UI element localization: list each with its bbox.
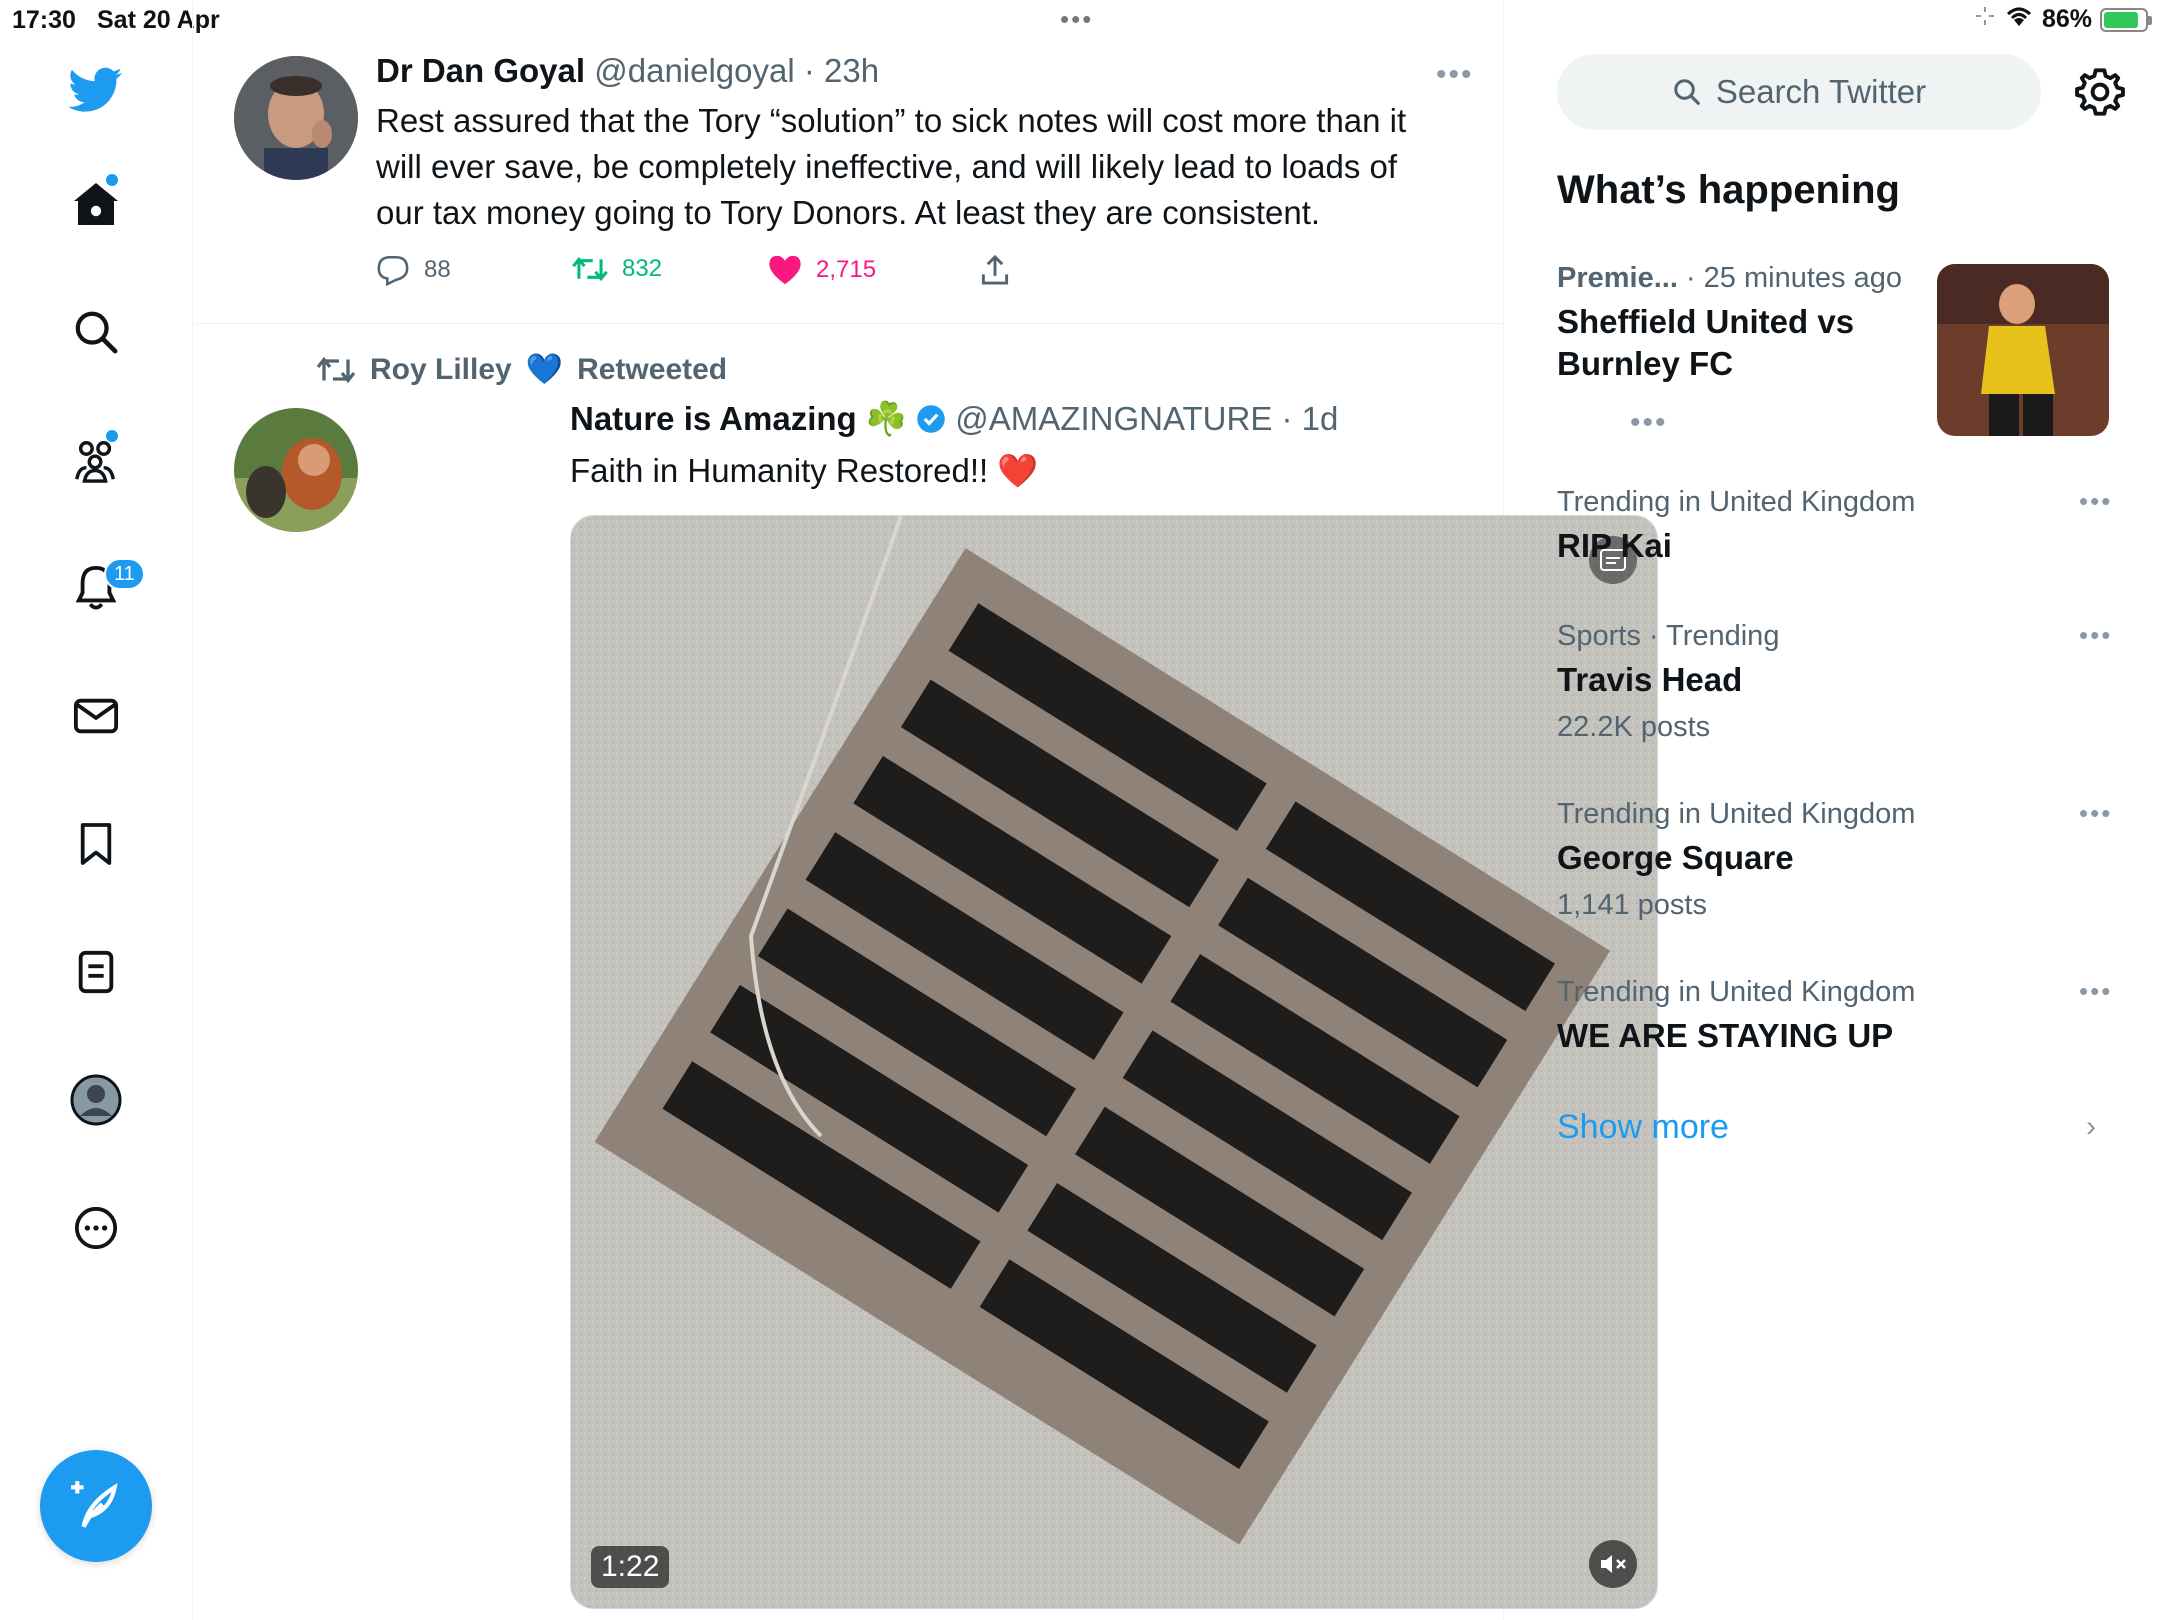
bookmark-icon[interactable]: [66, 814, 126, 874]
trend-name: Travis Head: [1557, 661, 1743, 698]
trend-category: Trending in United Kingdom: [1557, 976, 1916, 1008]
trend-name: RIP Kai: [1557, 527, 1672, 564]
tweet-text-line: Faith in Humanity Restored!! ❤️: [570, 448, 1630, 494]
shamrock-emoji: ☘️: [865, 400, 907, 437]
tweet[interactable]: Dr Dan Goyal @danielgoyal · 23h ••• Rest…: [194, 40, 1504, 324]
mail-icon[interactable]: [66, 686, 126, 746]
featured-category: Premie...: [1557, 262, 1678, 294]
share-button[interactable]: [980, 254, 1010, 286]
whats-happening-title: What’s happening: [1557, 168, 1900, 212]
tweet-video[interactable]: 1:22: [570, 515, 1658, 1609]
trend-category: Trending in United Kingdom: [1557, 486, 1916, 518]
search-icon: [1674, 79, 1700, 105]
featured-trend[interactable]: Premie... · 25 minutes ago Sheffield Uni…: [1557, 262, 1937, 385]
communities-unread-dot: [106, 430, 118, 442]
trend-more-button[interactable]: •••: [2079, 976, 2112, 1007]
show-more-link[interactable]: Show more: [1557, 1108, 1729, 1147]
trend-category: Sports · Trending: [1557, 620, 1780, 652]
blue-heart-emoji: 💙: [525, 353, 564, 386]
trend-category: Trending in United Kingdom: [1557, 798, 1916, 830]
search-input[interactable]: Search Twitter: [1557, 54, 2041, 130]
like-button[interactable]: 2,715: [768, 254, 876, 286]
chevron-right-icon: ›: [2086, 1110, 2096, 1143]
search-placeholder: Search Twitter: [1715, 73, 1927, 110]
featured-trend-image[interactable]: [1937, 264, 2109, 436]
featured-trend-name: Sheffield United vs Burnley FC: [1557, 303, 1855, 382]
tweet-time[interactable]: 1d: [1302, 400, 1339, 437]
tweet-text: Rest assured that the Tory “solution” to…: [376, 102, 1407, 231]
tweet-header: Nature is Amazing ☘️ @AMAZINGNATURE · 1d: [570, 400, 1338, 439]
verified-badge-icon: [916, 400, 946, 437]
lists-icon[interactable]: [66, 942, 126, 1002]
like-count: 2,715: [816, 256, 877, 283]
retweeted-by-line[interactable]: Roy Lilley 💙 Retweeted: [316, 352, 727, 387]
trend-name: George Square: [1557, 839, 1794, 876]
red-heart-emoji: ❤️: [997, 452, 1039, 489]
left-navigation: 11: [0, 0, 193, 1620]
tweet-more-button[interactable]: •••: [1436, 58, 1474, 92]
reply-button[interactable]: 88: [376, 254, 451, 286]
tweet-time[interactable]: 23h: [824, 52, 879, 89]
right-sidebar: Search Twitter What’s happening Premie..…: [1504, 0, 2160, 1620]
trend-category: Premie... · 25 minutes ago: [1557, 262, 1937, 295]
author-name[interactable]: Dr Dan Goyal: [376, 52, 585, 89]
trend-more-button[interactable]: •••: [2079, 620, 2112, 651]
retweeter-name: Roy Lilley: [370, 352, 512, 386]
reply-count: 88: [424, 256, 451, 283]
settings-gear-icon[interactable]: [2074, 66, 2126, 118]
retweet-count: 832: [622, 255, 663, 282]
search-icon[interactable]: [66, 302, 126, 362]
separator: ·: [794, 52, 825, 89]
more-circle-icon[interactable]: [66, 1198, 126, 1258]
profile-avatar-icon[interactable]: [66, 1070, 126, 1130]
author-handle[interactable]: @danielgoyal: [594, 52, 794, 89]
trend-item[interactable]: Trending in United Kingdom WE ARE STAYIN…: [1557, 976, 2117, 1057]
retweet-button[interactable]: 832: [572, 254, 662, 284]
author-handle[interactable]: @AMAZINGNATURE: [955, 400, 1272, 437]
trend-item[interactable]: Trending in United Kingdom George Square…: [1557, 798, 2117, 922]
compose-tweet-button[interactable]: [40, 1450, 152, 1562]
retweet-icon: [316, 356, 356, 383]
home-unread-dot: [106, 174, 118, 186]
trend-name: WE ARE STAYING UP: [1557, 1017, 1894, 1054]
tweet-header: Dr Dan Goyal @danielgoyal · 23h: [376, 52, 879, 90]
author-name[interactable]: Nature is Amazing: [570, 400, 857, 437]
twitter-logo-icon[interactable]: [66, 60, 126, 120]
avatar-dan-goyal[interactable]: [234, 56, 358, 180]
retweeted-label: Retweeted: [577, 352, 728, 386]
heart-icon: [769, 255, 801, 285]
timeline: Dr Dan Goyal @danielgoyal · 23h ••• Rest…: [194, 0, 1666, 1620]
trend-item[interactable]: Sports · Trending Travis Head 22.2K post…: [1557, 620, 2117, 744]
feather-plus-icon: [71, 1481, 118, 1528]
trend-item[interactable]: Trending in United Kingdom RIP Kai: [1557, 486, 2117, 567]
video-duration: 1:22: [591, 1546, 670, 1588]
trend-post-count: 22.2K posts: [1557, 711, 1711, 743]
retweet-icon: [572, 256, 608, 282]
tweet-text: Faith in Humanity Restored!!: [570, 452, 989, 489]
trend-more-button[interactable]: •••: [2079, 486, 2112, 517]
trend-more-button[interactable]: •••: [2079, 798, 2112, 829]
avatar-nature-is-amazing[interactable]: [234, 408, 358, 532]
featured-time: · 25 minutes ago: [1677, 262, 1902, 294]
notification-badge: 11: [104, 558, 145, 590]
reply-icon: [377, 255, 409, 286]
separator: ·: [1272, 400, 1302, 437]
tweet-actions: 88 832 2,715: [376, 254, 1276, 294]
trend-post-count: 1,141 posts: [1557, 889, 1707, 921]
video-frame-drain-grate: [571, 516, 1657, 1608]
share-icon: [981, 254, 1009, 285]
